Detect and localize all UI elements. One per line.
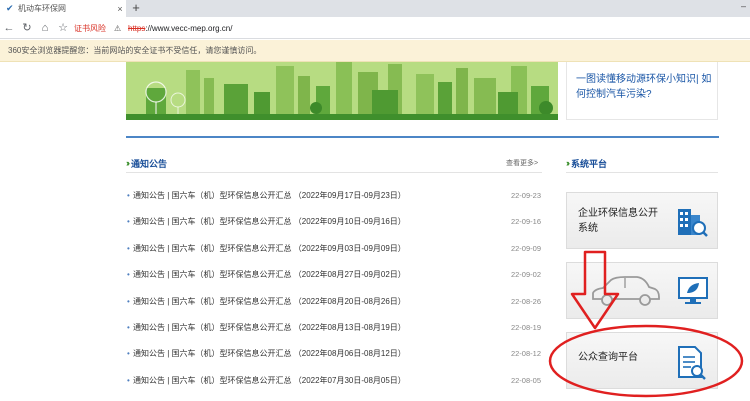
- card-label-line1: 企业环保信息公开: [578, 208, 658, 219]
- bullet-icon: •: [127, 270, 130, 280]
- bullet-icon: •: [127, 296, 130, 306]
- bullet-icon: •: [127, 375, 130, 385]
- notices-header-underline: [126, 172, 542, 173]
- notice-title[interactable]: 通知公告 | 国六车（机）型环保信息公开汇总 （2022年09月17日-09月2…: [133, 183, 406, 209]
- bullet-icon: •: [127, 243, 130, 253]
- notice-title[interactable]: 通知公告 | 国六车（机）型环保信息公开汇总 （2022年08月13日-08月1…: [133, 315, 406, 341]
- notice-title[interactable]: 通知公告 | 国六车（机）型环保信息公开汇总 （2022年07月30日-08月0…: [133, 368, 406, 394]
- card-label-line2: 系统: [578, 223, 598, 234]
- notice-title[interactable]: 通知公告 | 国六车（机）型环保信息公开汇总 （2022年08月06日-08月1…: [133, 341, 406, 367]
- systems-heading-text: 系统平台: [571, 158, 608, 169]
- notice-item[interactable]: • 通知公告 | 国六车（机）型环保信息公开汇总 （2022年09月17日-09月…: [126, 183, 542, 209]
- browser-toolbar: ← ↻ ⌂ ☆ 证书风险 ⚠ https ://www.vecc-mep.org…: [0, 17, 750, 39]
- double-chevron-icon: ››: [566, 158, 570, 168]
- notice-item[interactable]: • 通知公告 | 国六车（机）型环保信息公开汇总 （2022年08月06日-08月…: [126, 341, 542, 367]
- notice-title[interactable]: 通知公告 | 国六车（机）型环保信息公开汇总 （2022年09月10日-09月1…: [133, 209, 406, 235]
- section-divider: [126, 136, 719, 138]
- notice-date: 22-08-26: [510, 296, 541, 306]
- notice-date: 22-08-12: [510, 349, 541, 359]
- notices-heading[interactable]: ›› 通知公告: [126, 156, 167, 170]
- view-more-link[interactable]: 查看更多>: [506, 158, 538, 168]
- building-search-icon: [678, 209, 708, 237]
- broken-lock-icon[interactable]: ⚠: [114, 24, 123, 33]
- systems-header-underline: [566, 172, 718, 173]
- cert-warning-label[interactable]: 证书风险: [74, 23, 106, 34]
- notice-list: • 通知公告 | 国六车（机）型环保信息公开汇总 （2022年09月17日-09月…: [126, 183, 542, 394]
- enterprise-info-system-card[interactable]: 企业环保信息公开 系统: [566, 192, 718, 249]
- notice-item[interactable]: • 通知公告 | 国六车（机）型环保信息公开汇总 （2022年08月13日-08月…: [126, 315, 542, 341]
- notice-item[interactable]: • 通知公告 | 国六车（机）型环保信息公开汇总 （2022年07月30日-08月…: [126, 368, 542, 394]
- reload-icon[interactable]: ↻: [18, 19, 36, 37]
- notice-date: 22-09-09: [510, 243, 541, 253]
- promo-link[interactable]: 一图读懂移动源环保小知识| 如 何控制汽车污染?: [566, 62, 718, 120]
- bookmark-star-icon[interactable]: ☆: [54, 19, 72, 37]
- city-banner-image[interactable]: [126, 62, 558, 120]
- notice-item[interactable]: • 通知公告 | 国六车（机）型环保信息公开汇总 （2022年09月10日-09月…: [126, 209, 542, 235]
- site-favicon-icon: ✔: [6, 3, 14, 13]
- notice-item[interactable]: • 通知公告 | 国六车（机）型环保信息公开汇总 （2022年09月03日-09月…: [126, 236, 542, 262]
- new-tab-button[interactable]: +: [128, 0, 144, 17]
- notice-item[interactable]: • 通知公告 | 国六车（机）型环保信息公开汇总 （2022年08月20日-08月…: [126, 289, 542, 315]
- systems-heading: ›› 系统平台: [566, 156, 607, 170]
- security-warning-infobar: 360安全浏览器提醒您：当前网站的安全证书不受信任，请您谨慎访问。: [0, 40, 750, 62]
- promo-text-line2: 何控制汽车污染?: [576, 89, 652, 100]
- notice-title[interactable]: 通知公告 | 国六车（机）型环保信息公开汇总 （2022年09月03日-09月0…: [133, 236, 406, 262]
- tab-close-icon[interactable]: ×: [114, 4, 126, 14]
- home-icon[interactable]: ⌂: [36, 19, 54, 37]
- bullet-icon: •: [127, 322, 130, 332]
- bullet-icon: •: [127, 217, 130, 227]
- city-skyline-illustration: [126, 62, 558, 120]
- double-chevron-icon: ››: [126, 158, 130, 168]
- red-arrow-annotation: [570, 250, 620, 330]
- notices-heading-text: 通知公告: [131, 158, 168, 169]
- url-scheme: https: [128, 23, 146, 33]
- browser-tab[interactable]: ✔ 机动车环保网 ×: [0, 0, 126, 17]
- notice-date: 22-09-23: [510, 191, 541, 200]
- notice-date: 22-09-02: [510, 270, 541, 280]
- notice-title[interactable]: 通知公告 | 国六车（机）型环保信息公开汇总 （2022年08月27日-09月0…: [133, 262, 406, 288]
- promo-text-line1: 一图读懂移动源环保小知识| 如: [576, 74, 712, 85]
- back-arrow-icon[interactable]: ←: [0, 19, 18, 37]
- notice-date: 22-09-16: [510, 217, 541, 227]
- tab-title: 机动车环保网: [18, 4, 66, 13]
- url-text: ://www.vecc-mep.org.cn/: [145, 23, 233, 33]
- browser-tab-strip: ✔ 机动车环保网 × + –: [0, 0, 750, 17]
- notice-date: 22-08-05: [510, 375, 541, 385]
- bullet-icon: •: [127, 191, 130, 200]
- notice-title[interactable]: 通知公告 | 国六车（机）型环保信息公开汇总 （2022年08月20日-08月2…: [133, 289, 406, 315]
- notice-date: 22-08-19: [510, 322, 541, 332]
- monitor-leaf-icon: [678, 277, 708, 304]
- minimize-window-button[interactable]: –: [741, 1, 746, 11]
- bullet-icon: •: [127, 349, 130, 359]
- red-circle-annotation: [548, 324, 744, 398]
- notice-item[interactable]: • 通知公告 | 国六车（机）型环保信息公开汇总 （2022年08月27日-09月…: [126, 262, 542, 288]
- address-bar[interactable]: 证书风险 ⚠ https ://www.vecc-mep.org.cn/: [74, 20, 750, 36]
